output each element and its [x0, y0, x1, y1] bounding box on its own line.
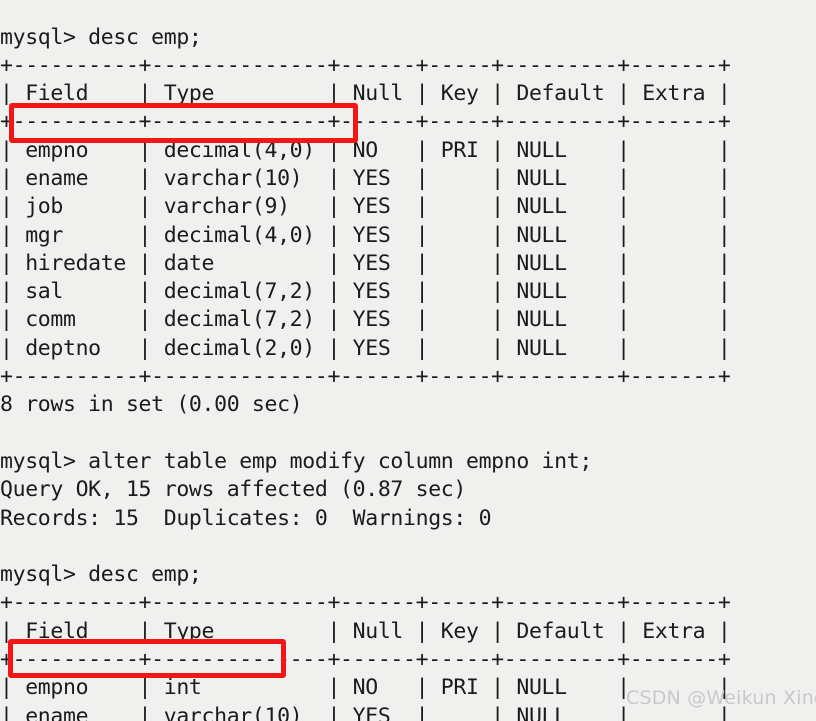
terminal-line: +----------+--------------+------+-----+… [0, 109, 731, 135]
terminal-line: +----------+--------------+------+-----+… [0, 647, 731, 673]
terminal-line: | sal | decimal(7,2) | YES | | NULL | | [0, 279, 731, 305]
terminal-line: | Field | Type | Null | Key | Default | … [0, 81, 731, 107]
terminal-line: | ename | varchar(10) | YES | | NULL | | [0, 165, 731, 191]
terminal-line: | empno | decimal(4,0) | NO | PRI | NULL… [0, 137, 731, 163]
terminal-line: | job | varchar(9) | YES | | NULL | | [0, 194, 731, 220]
terminal-line: +----------+--------------+------+-----+… [0, 590, 731, 616]
terminal-line: | mgr | decimal(4,0) | YES | | NULL | | [0, 222, 731, 248]
terminal-screenshot: mysql> desc emp; +----------+------------… [0, 0, 816, 721]
terminal-line: +----------+--------------+------+-----+… [0, 364, 731, 390]
terminal-line: 8 rows in set (0.00 sec) [0, 392, 303, 418]
terminal-line: mysql> desc emp; [0, 24, 202, 50]
terminal-line: | deptno | decimal(2,0) | YES | | NULL |… [0, 335, 731, 361]
terminal-line: | hiredate | date | YES | | NULL | | [0, 250, 731, 276]
terminal-line: | Field | Type | Null | Key | Default | … [0, 618, 731, 644]
terminal-line: mysql> desc emp; [0, 562, 202, 588]
terminal-line: +----------+--------------+------+-----+… [0, 52, 731, 78]
terminal-line: Records: 15 Duplicates: 0 Warnings: 0 [0, 505, 492, 531]
terminal-line: Query OK, 15 rows affected (0.87 sec) [0, 477, 466, 503]
terminal-line: | comm | decimal(7,2) | YES | | NULL | | [0, 307, 731, 333]
terminal-line: mysql> alter table emp modify column emp… [0, 448, 592, 474]
terminal-output[interactable]: mysql> desc emp; +----------+------------… [0, 22, 816, 721]
watermark: CSDN @Weikun Xing [626, 687, 816, 709]
